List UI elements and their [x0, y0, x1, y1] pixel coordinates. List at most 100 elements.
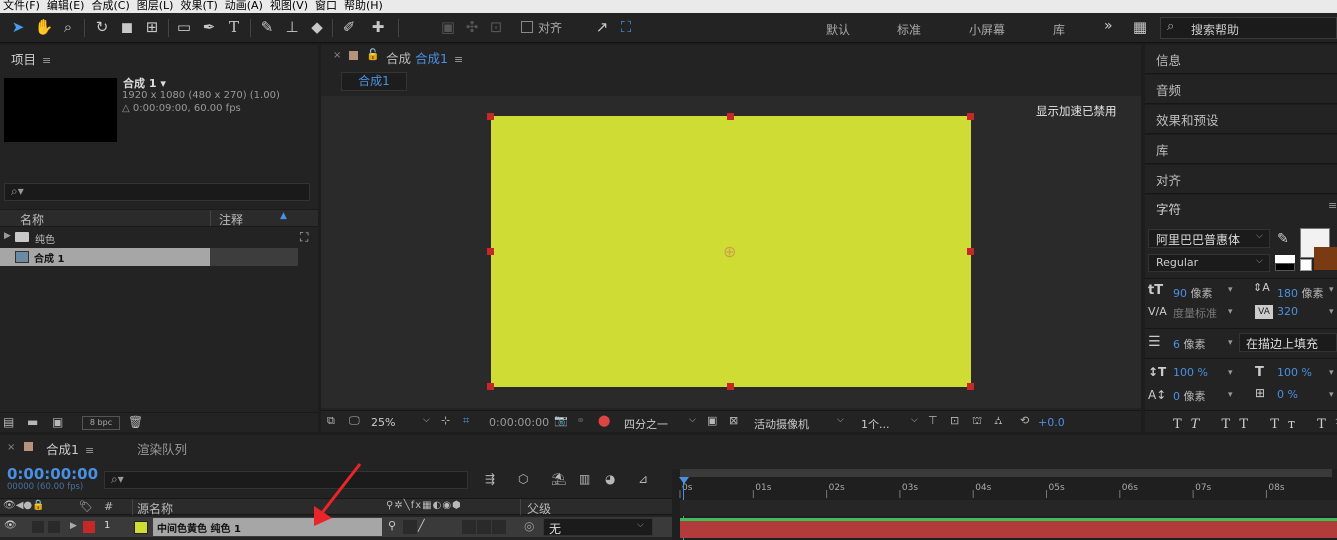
- project-comp-name[interactable]: 合成 1 ▾: [123, 75, 166, 91]
- character-menu-icon[interactable]: ≡: [1328, 199, 1337, 212]
- layer-handle-br[interactable]: [967, 383, 974, 390]
- expand-arrow-icon[interactable]: ▶: [4, 231, 11, 241]
- column-comment-header[interactable]: 注释: [219, 211, 243, 228]
- 3d-layer-switch[interactable]: [492, 520, 506, 534]
- views-dropdown[interactable]: 1个...: [861, 416, 890, 432]
- leading-field[interactable]: 180 像素: [1277, 285, 1324, 301]
- timeline-search-input[interactable]: ⌕▾: [104, 471, 468, 489]
- puppet-pin-tool-icon[interactable]: ✚: [368, 17, 388, 37]
- resolution-dropdown[interactable]: 四分之一: [624, 416, 668, 432]
- menu-item-6[interactable]: 视图(V): [270, 0, 308, 12]
- timeline-panel-icon[interactable]: ⛫: [972, 414, 982, 429]
- new-folder-icon[interactable]: ▬: [27, 415, 38, 429]
- camera-dropdown[interactable]: 活动摄像机: [754, 416, 809, 432]
- motion-blur-switch[interactable]: [462, 520, 476, 534]
- black-swatch[interactable]: [1275, 263, 1295, 271]
- menu-item-7[interactable]: 窗口: [315, 0, 337, 12]
- font-size-field[interactable]: 90 像素: [1173, 285, 1213, 301]
- comp-mini-flowchart-icon[interactable]: ⇶: [485, 472, 495, 486]
- layer-name[interactable]: 中间色黄色 纯色 1: [157, 520, 241, 535]
- views-chevron-icon[interactable]: ⌵: [911, 415, 918, 425]
- brush-tool-icon[interactable]: ✎: [257, 17, 277, 37]
- layer-handle-bc[interactable]: [727, 383, 734, 390]
- quality-switch-icon[interactable]: ╱: [418, 519, 425, 532]
- layer-handle-bl[interactable]: [487, 383, 494, 390]
- draft-3d-icon[interactable]: ⬡: [518, 472, 528, 486]
- snap-icon[interactable]: ↗: [592, 17, 612, 37]
- workspace-standard[interactable]: 标准: [897, 21, 921, 38]
- hand-tool-icon[interactable]: ✋: [34, 17, 54, 37]
- menu-item-1[interactable]: 编辑(E): [47, 0, 85, 12]
- stroke-width-field[interactable]: 6 像素: [1173, 336, 1206, 352]
- lock-toggle[interactable]: [48, 521, 60, 533]
- align-checkbox[interactable]: [521, 21, 533, 33]
- effects-presets-panel-tab[interactable]: 效果和预设: [1145, 105, 1337, 134]
- no-fill-swatch[interactable]: [1300, 259, 1312, 271]
- zoom-dropdown[interactable]: 25%: [371, 416, 395, 429]
- tracking-field[interactable]: 320: [1277, 305, 1298, 318]
- roto-brush-tool-icon[interactable]: ✐: [339, 17, 359, 37]
- exposure-value[interactable]: +0.0: [1038, 416, 1065, 429]
- menu-item-2[interactable]: 合成(C): [91, 0, 129, 12]
- zoom-tool-icon[interactable]: ⌕: [58, 17, 78, 37]
- audio-panel-tab[interactable]: 音频: [1145, 75, 1337, 104]
- eyedropper-icon[interactable]: ✎: [1277, 231, 1289, 247]
- layer-handle-tr[interactable]: [967, 113, 974, 120]
- horizontal-scale-field[interactable]: 100 %: [1277, 366, 1312, 379]
- snapshot-icon[interactable]: 📷: [554, 414, 568, 427]
- zoom-chevron-icon[interactable]: ⌵: [423, 415, 430, 425]
- world-axis-icon[interactable]: ✣: [462, 17, 482, 37]
- visibility-eye-icon[interactable]: 👁: [4, 520, 17, 531]
- graph-editor-icon[interactable]: ⊿: [638, 472, 648, 486]
- motion-blur-icon[interactable]: ◕: [605, 472, 615, 486]
- sync-settings-icon[interactable]: ▦: [1130, 17, 1150, 37]
- safe-zones-icon[interactable]: ⊹: [441, 414, 450, 427]
- pen-tool-icon[interactable]: ✒: [199, 17, 219, 37]
- align-panel-tab[interactable]: 对齐: [1145, 165, 1337, 194]
- layer-expand-arrow-icon[interactable]: ▶: [70, 521, 77, 531]
- vertical-scale-field[interactable]: 100 %: [1173, 366, 1208, 379]
- timeline-timecode[interactable]: 0:00:00:00: [7, 465, 98, 483]
- parent-dropdown[interactable]: 无 ⌵: [543, 518, 653, 536]
- close-panel-icon[interactable]: ×: [333, 50, 341, 61]
- solo-toggle[interactable]: [32, 521, 44, 533]
- layer-handle-tc[interactable]: [727, 113, 734, 120]
- always-preview-icon[interactable]: ⧉: [327, 414, 335, 428]
- rotate-tool-icon[interactable]: ↻: [92, 17, 112, 37]
- resolution-chevron-icon[interactable]: ⌵: [689, 415, 696, 425]
- layer-label-color[interactable]: [83, 521, 95, 533]
- interpret-footage-icon[interactable]: ▤: [3, 415, 14, 429]
- tsume-field[interactable]: 0 %: [1277, 388, 1298, 401]
- color-channels-icon[interactable]: ⬤: [598, 414, 610, 427]
- font-style-dropdown[interactable]: Regular ⌵: [1148, 254, 1270, 272]
- menu-item-4[interactable]: 效果(T): [180, 0, 217, 12]
- eraser-tool-icon[interactable]: ◆: [307, 17, 327, 37]
- workspace-default[interactable]: 默认: [826, 21, 850, 38]
- time-ruler[interactable]: 0s01s02s03s04s05s06s07s08s09: [672, 478, 1337, 498]
- snap-options-icon[interactable]: ⛶: [616, 17, 636, 37]
- adjustment-switch[interactable]: [477, 520, 491, 534]
- close-timeline-icon[interactable]: ×: [7, 442, 15, 453]
- toggle-pixel-aspect-icon[interactable]: ⊤: [928, 414, 938, 427]
- composition-viewport[interactable]: 显示加速已禁用 ⊕: [321, 96, 1141, 408]
- libraries-panel-tab[interactable]: 库: [1145, 135, 1337, 164]
- time-ruler-area[interactable]: 0s01s02s03s04s05s06s07s08s09: [672, 469, 1337, 540]
- font-family-dropdown[interactable]: 阿里巴巴普惠体 ⌵: [1148, 229, 1270, 248]
- camera-tool-icon[interactable]: ◼: [117, 17, 137, 37]
- render-queue-tab[interactable]: 渲染队列: [137, 439, 187, 458]
- menu-item-0[interactable]: 文件(F): [3, 0, 40, 12]
- search-help-field[interactable]: ⌕ 搜索帮助: [1160, 17, 1337, 39]
- text-tool-icon[interactable]: T: [224, 17, 244, 37]
- selection-tool-icon[interactable]: ➤: [8, 17, 28, 37]
- stroke-mode-dropdown[interactable]: 在描边上填充: [1239, 333, 1337, 352]
- clone-stamp-tool-icon[interactable]: ⊥: [282, 17, 302, 37]
- timeline-comp-tab[interactable]: 合成1 ≡: [46, 439, 94, 458]
- local-axis-icon[interactable]: ▣: [438, 17, 458, 37]
- menu-item-5[interactable]: 动画(A): [225, 0, 263, 12]
- bit-depth-button[interactable]: 8 bpc: [82, 416, 120, 430]
- view-axis-icon[interactable]: ⊡: [486, 17, 506, 37]
- frame-blending-icon[interactable]: ▥: [579, 472, 590, 486]
- stroke-color-swatch[interactable]: [1314, 247, 1337, 270]
- parent-pick-whip-icon[interactable]: ◎: [524, 519, 534, 533]
- fast-preview-icon[interactable]: ⊡: [950, 414, 959, 427]
